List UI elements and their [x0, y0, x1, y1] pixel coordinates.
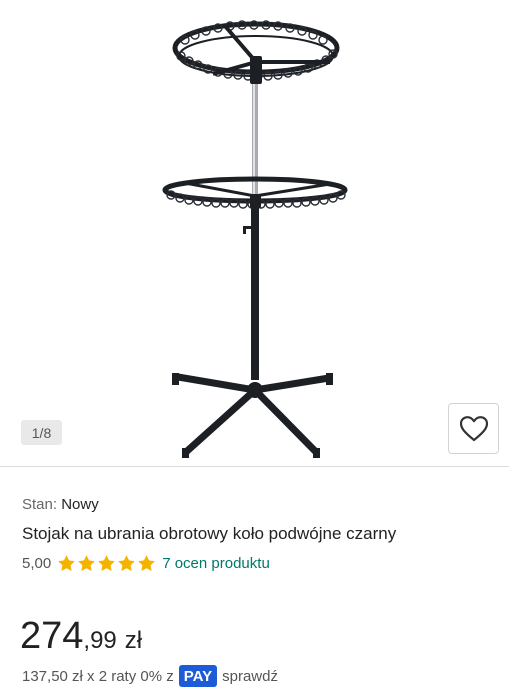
star-icon — [98, 554, 116, 571]
condition-value: Nowy — [61, 496, 99, 513]
condition-row: Stan: Nowy — [22, 496, 99, 513]
star-icon — [58, 554, 76, 571]
image-counter: 1/8 — [21, 420, 62, 445]
reviews-link[interactable]: 7 ocen produktu — [162, 555, 270, 572]
pay-badge: PAY — [178, 665, 218, 687]
product-image[interactable] — [0, 0, 509, 466]
installments-text: 137,50 zł x 2 raty 0% z — [22, 667, 174, 685]
favorite-button[interactable] — [448, 403, 499, 454]
heart-icon — [459, 415, 488, 441]
rating-row: 5,00 7 ocen produktu — [22, 553, 270, 573]
price-integer: 274 — [20, 615, 84, 657]
section-divider — [0, 466, 509, 467]
condition-label: Stan: — [22, 496, 58, 513]
product-gallery[interactable]: 1/8 — [0, 0, 509, 466]
star-icon — [118, 554, 136, 571]
star-icon — [78, 554, 96, 571]
product-title: Stojak na ubrania obrotowy koło podwójne… — [22, 524, 397, 543]
rating-stars — [57, 554, 156, 573]
star-icon — [138, 554, 156, 571]
rating-value: 5,00 — [22, 554, 52, 572]
check-link[interactable]: sprawdź — [222, 668, 278, 685]
price-currency: zł — [124, 627, 143, 654]
price-decimal: ,99 — [83, 627, 117, 654]
price: 274,99 zł — [20, 617, 142, 655]
installments-row: 137,50 zł x 2 raty 0% z PAY sprawdź — [22, 664, 278, 688]
